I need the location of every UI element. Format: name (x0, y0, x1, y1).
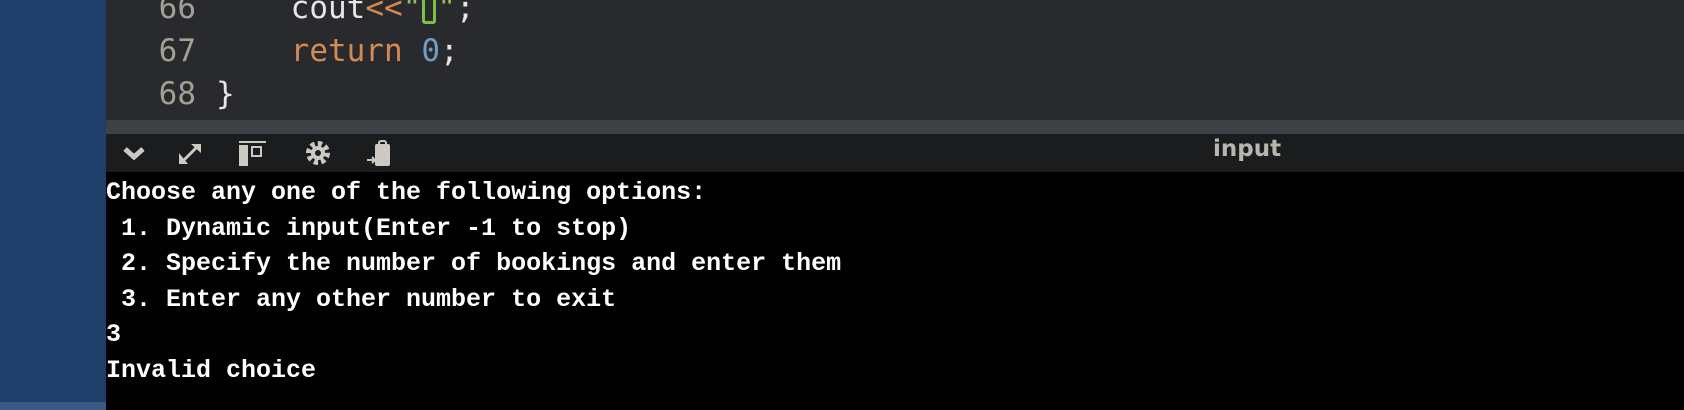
cursor (422, 0, 437, 24)
code-line: } (216, 76, 235, 112)
output-line: 2. Specify the number of bookings and en… (106, 249, 842, 279)
panel-resize-handle[interactable] (106, 120, 1684, 134)
terminal-toolbar: input (106, 134, 1684, 172)
user-input-line: 3 (106, 320, 122, 350)
sidebar (0, 0, 106, 410)
output-line: 3. Enter any other number to exit (106, 284, 617, 314)
line-number: 68 (158, 76, 196, 112)
code-editor[interactable]: 66 67 68 cout<<" "; return 0; } (106, 0, 1684, 120)
line-number: 67 (158, 33, 196, 69)
output-line: Invalid choice (106, 355, 317, 385)
expand-icon[interactable] (176, 140, 204, 166)
code-line: cout<<" "; (216, 0, 475, 26)
terminal-output[interactable]: Choose any one of the following options:… (106, 175, 1684, 389)
line-number: 66 (158, 0, 196, 26)
line-gutter: 66 67 68 (106, 0, 212, 120)
code-line: return 0; (290, 33, 459, 69)
output-line: 1. Dynamic input(Enter -1 to stop) (106, 213, 632, 243)
gear-icon[interactable] (304, 140, 332, 166)
clipboard-paste-icon[interactable] (366, 140, 394, 166)
chevron-down-icon[interactable] (120, 140, 148, 166)
terminal-title: input (1213, 136, 1282, 162)
sidebar-footer (0, 402, 106, 410)
output-line: Choose any one of the following options: (106, 178, 707, 207)
layout-icon[interactable] (238, 140, 266, 166)
